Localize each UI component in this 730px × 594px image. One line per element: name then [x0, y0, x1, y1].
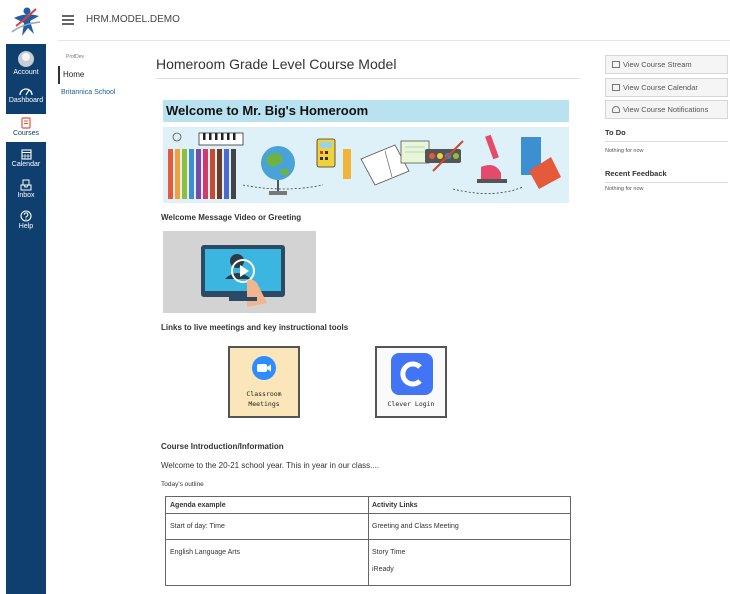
courses-icon	[21, 117, 31, 129]
global-nav-dashboard[interactable]: Dashboard	[6, 84, 46, 112]
title-divider	[156, 78, 580, 79]
tile-label-line1: Classroom	[246, 390, 282, 398]
button-label: View Course Notifications	[623, 105, 709, 114]
bell-icon	[612, 106, 620, 113]
logo-icon	[11, 7, 41, 36]
global-nav-label: Calendar	[11, 161, 41, 168]
table-cell: English Language Arts	[170, 549, 241, 556]
view-course-calendar-button[interactable]: View Course Calendar	[605, 78, 728, 97]
tile-label: Clever Login	[387, 400, 435, 408]
intro-heading: Course Introduction/Information	[161, 442, 284, 451]
global-nav-account[interactable]: Account	[6, 48, 46, 80]
global-nav-label: Help	[18, 223, 34, 230]
todo-text: Nothing for now	[605, 148, 644, 154]
video-heading: Welcome Message Video or Greeting	[161, 213, 302, 222]
table-header: Agenda example	[170, 502, 226, 509]
breadcrumb[interactable]: HRM.MODEL.DEMO	[86, 14, 180, 25]
course-term: ProfDev	[66, 54, 85, 60]
supplies-art-icon	[168, 132, 561, 199]
global-nav-label: Account	[13, 69, 39, 76]
welcome-banner: Welcome to Mr. Big's Homeroom	[163, 100, 569, 122]
links-heading: Links to live meetings and key instructi…	[161, 323, 349, 332]
hamburger-menu-icon[interactable]	[62, 15, 74, 25]
course-nav-home[interactable]: Home	[58, 66, 84, 84]
classroom-supplies-illustration	[163, 127, 569, 203]
calendar-icon	[20, 149, 32, 160]
tile-label-line2: Meetings	[248, 400, 280, 408]
agenda-table: Agenda example Activity Links Start of d…	[165, 496, 571, 586]
global-nav-courses[interactable]: Courses	[6, 114, 46, 142]
view-course-stream-button[interactable]: View Course Stream	[605, 55, 728, 74]
global-nav-label: Dashboard	[8, 97, 44, 104]
video-play-icon	[163, 231, 316, 313]
view-course-notifications-button[interactable]: View Course Notifications	[605, 100, 728, 119]
welcome-video-thumbnail[interactable]	[163, 231, 316, 313]
page-title: Homeroom Grade Level Course Model	[156, 56, 397, 72]
classroom-meetings-tile[interactable]: Classroom Meetings	[228, 346, 300, 418]
stream-icon	[612, 61, 620, 68]
global-nav-label: Courses	[12, 130, 40, 137]
recent-feedback-text: Nothing for now	[605, 186, 644, 192]
clever-login-tile[interactable]: Clever Login	[375, 346, 447, 418]
todo-heading: To Do	[605, 128, 626, 137]
header-divider	[58, 40, 730, 41]
button-label: View Course Stream	[623, 60, 692, 69]
inbox-icon	[20, 179, 32, 191]
activity-link[interactable]: iReady	[372, 566, 394, 573]
course-nav-britannica[interactable]: Britannica School	[61, 89, 115, 96]
clever-logo-icon	[391, 353, 433, 395]
global-nav-inbox[interactable]: Inbox	[6, 177, 46, 205]
global-nav-calendar[interactable]: Calendar	[6, 146, 46, 174]
zoom-video-icon	[252, 356, 276, 380]
avatar	[18, 51, 34, 67]
table-header: Activity Links	[372, 502, 418, 509]
dashboard-icon	[19, 88, 33, 96]
table-cell: Start of day: Time	[170, 523, 225, 530]
activity-link[interactable]: Greeting and Class Meeting	[372, 523, 459, 530]
button-label: View Course Calendar	[623, 83, 698, 92]
top-bar: HRM.MODEL.DEMO	[46, 0, 730, 40]
school-logo[interactable]	[6, 0, 46, 44]
activity-link[interactable]: Story Time	[372, 549, 405, 556]
outline-label: Today's outline	[161, 481, 204, 488]
global-nav-help[interactable]: Help	[6, 208, 46, 236]
calendar-icon	[612, 84, 620, 91]
global-nav: Account Dashboard Courses Calendar Inbox…	[6, 0, 46, 594]
intro-text: Welcome to the 20-21 school year. This i…	[161, 461, 380, 470]
recent-feedback-heading: Recent Feedback	[605, 169, 667, 178]
help-icon	[20, 210, 32, 222]
global-nav-label: Inbox	[17, 192, 35, 199]
